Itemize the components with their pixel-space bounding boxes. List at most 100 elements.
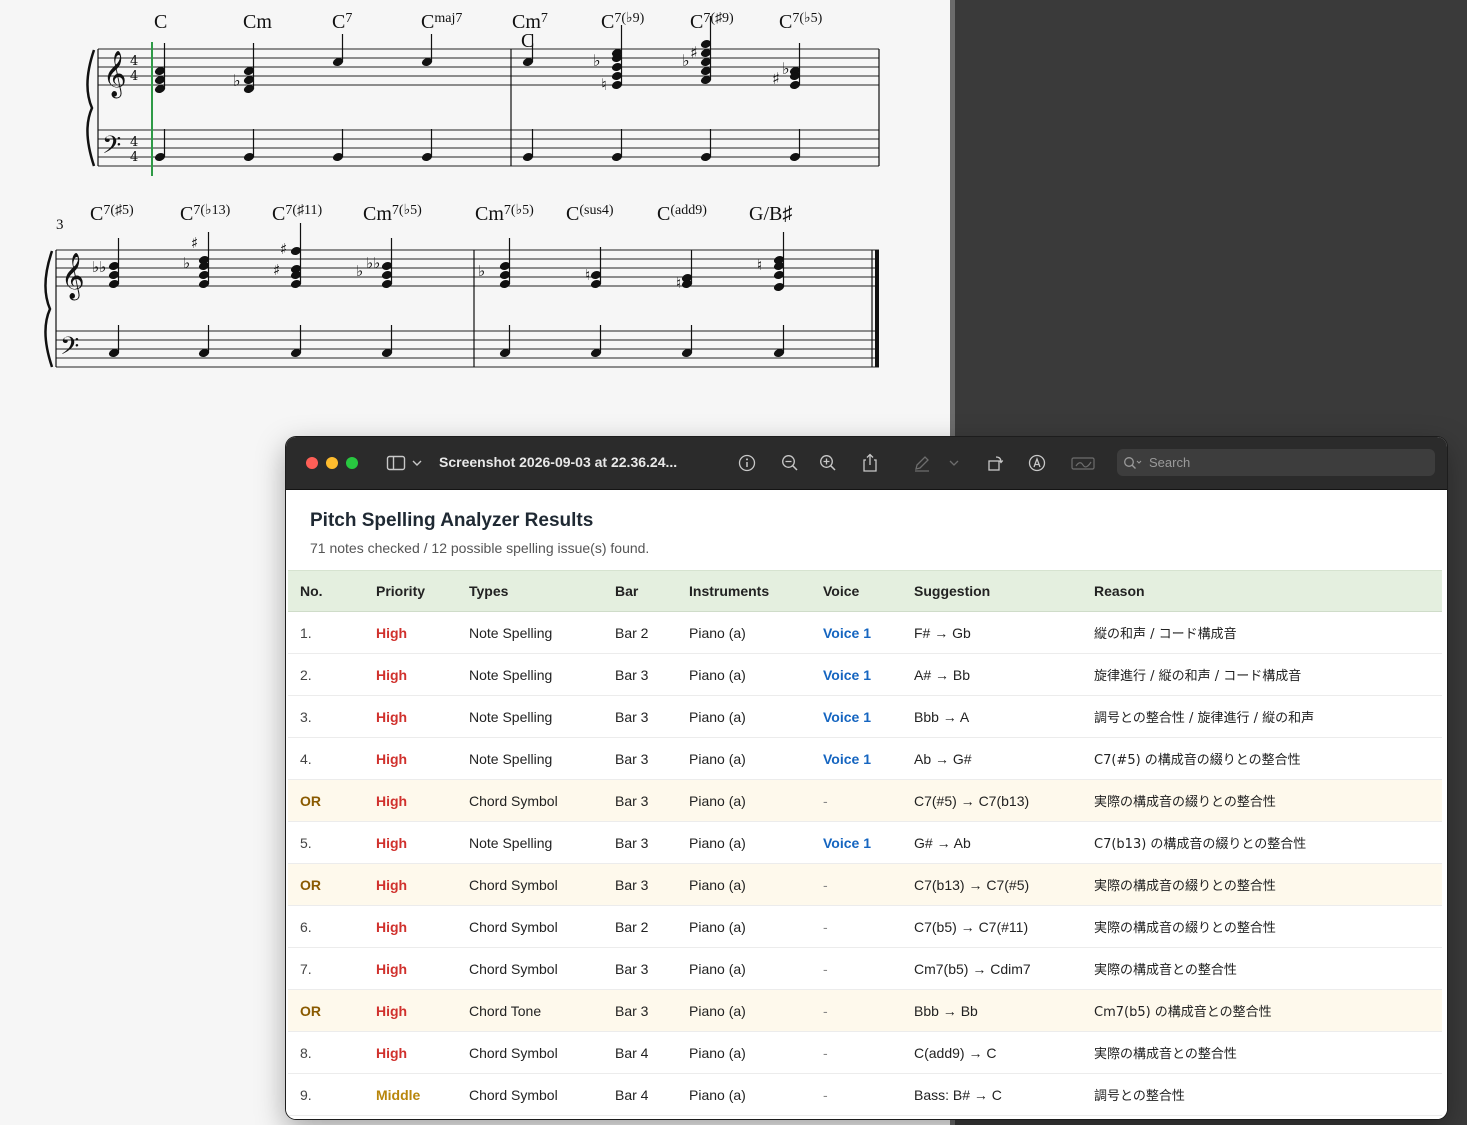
- chord-symbol: C7(♭9): [601, 11, 645, 33]
- voice-cell: -: [823, 960, 828, 977]
- table-cell: Piano (a): [677, 779, 811, 822]
- table-cell: Bar 2: [603, 905, 677, 948]
- table-row[interactable]: 7. High Chord Symbol Bar 3 Piano (a) - Cm7(b5)…: [288, 947, 1442, 990]
- chord-symbol: C7(♯9): [690, 11, 734, 33]
- grand-staff-brace: [86, 49, 96, 167]
- voice-link[interactable]: Voice 1: [823, 625, 871, 641]
- preview-window: Screenshot 2026-09-03 at 22.36.24... Sea…: [286, 437, 1447, 1119]
- table-cell: Ab → G#: [902, 737, 1082, 780]
- table-cell: Chord Symbol: [457, 1073, 603, 1116]
- table-row[interactable]: 2. High Note Spelling Bar 3 Piano (a) Voice 1…: [288, 653, 1442, 696]
- table-cell: C7(b13) の構成音の綴りとの整合性: [1082, 821, 1442, 864]
- bar-cell: Bar 3: [615, 1002, 649, 1019]
- table-row[interactable]: 9. Middle Chord Symbol Bar 4 Piano (a) - Bass:…: [288, 1073, 1442, 1116]
- table-cell: A# → Bb: [902, 653, 1082, 696]
- sharp-accidental: ♯: [273, 261, 280, 279]
- suggestion-cell: C(add9) → C: [914, 1044, 997, 1061]
- minimize-window-button[interactable]: [326, 457, 338, 469]
- table-cell: Bbb → Bb: [902, 989, 1082, 1032]
- bar-cell: Bar 3: [615, 960, 649, 977]
- type-cell: Chord Symbol: [469, 876, 558, 893]
- table-cell: 実際の構成音の綴りとの整合性: [1082, 905, 1442, 948]
- chord-symbol: C(sus4): [566, 203, 614, 225]
- suggestion-cell: A# → Bb: [914, 666, 971, 683]
- table-cell: OR: [288, 863, 364, 906]
- voice-link[interactable]: Voice 1: [823, 751, 871, 767]
- flat-accidental: ♭: [478, 262, 485, 280]
- table-cell: C7(#5) → C7(b13): [902, 779, 1082, 822]
- instrument-cell: Piano (a): [689, 666, 746, 683]
- chevron-down-icon[interactable]: [410, 453, 424, 473]
- table-row-alternative[interactable]: OR High Chord Tone Bar 3 Piano (a) - Bbb → Bb C…: [288, 989, 1442, 1032]
- chord-symbol: C: [154, 11, 167, 33]
- reason-cell: 実際の構成音との整合性: [1094, 1047, 1237, 1062]
- time-signature: 4: [130, 135, 138, 150]
- table-row-alternative[interactable]: OR High Chord Symbol Bar 3 Piano (a) - C7(b13)…: [288, 863, 1442, 906]
- sharp-accidental: ♯: [772, 69, 780, 88]
- natural-accidental: ♮: [601, 75, 607, 94]
- zoom-out-icon[interactable]: [780, 453, 800, 473]
- reason-cell: 縦の和声 / コード構成音: [1094, 627, 1237, 642]
- bar-cell: Bar 3: [615, 708, 649, 725]
- instrument-cell: Piano (a): [689, 876, 746, 893]
- table-row[interactable]: 1. High Note Spelling Bar 2 Piano (a) Voice 1…: [288, 611, 1442, 654]
- table-row[interactable]: 5. High Note Spelling Bar 3 Piano (a) Voice 1…: [288, 821, 1442, 864]
- table-cell: -: [811, 863, 902, 906]
- table-row[interactable]: 6. High Chord Symbol Bar 2 Piano (a) - C7(b5) …: [288, 905, 1442, 948]
- table-cell: High: [364, 1031, 457, 1074]
- page-title: Pitch Spelling Analyzer Results: [310, 510, 594, 531]
- suggestion-cell: Bass: B# → C: [914, 1086, 1002, 1103]
- table-cell: Voice 1: [811, 737, 902, 780]
- voice-cell: -: [823, 876, 828, 893]
- table-cell: 8.: [288, 1031, 364, 1074]
- voice-link[interactable]: Voice 1: [823, 835, 871, 851]
- table-cell: Bar 3: [603, 989, 677, 1032]
- table-row[interactable]: 8. High Chord Symbol Bar 4 Piano (a) - C(add9)…: [288, 1031, 1442, 1074]
- table-cell: 9.: [288, 1073, 364, 1116]
- markup-toolbar-icon[interactable]: [1027, 453, 1047, 473]
- row-number: 1.: [300, 624, 312, 641]
- sidebar-toggle-icon[interactable]: [386, 453, 406, 473]
- chord-symbol: Cmaj7: [421, 11, 462, 33]
- type-cell: Note Spelling: [469, 834, 553, 851]
- zoom-window-button[interactable]: [346, 457, 358, 469]
- chord-symbol: C7(♯11): [272, 203, 322, 225]
- share-icon[interactable]: [860, 453, 880, 473]
- row-number: 5.: [300, 834, 312, 851]
- table-cell: High: [364, 653, 457, 696]
- voice-link[interactable]: Voice 1: [823, 667, 871, 683]
- reason-cell: Cm7(b5) の構成音との整合性: [1094, 1005, 1272, 1020]
- table-row[interactable]: 4. High Note Spelling Bar 3 Piano (a) Voice 1…: [288, 737, 1442, 780]
- close-window-button[interactable]: [306, 457, 318, 469]
- type-cell: Note Spelling: [469, 666, 553, 683]
- window-title: Screenshot 2026-09-03 at 22.36.24...: [439, 454, 678, 470]
- table-row-alternative[interactable]: OR High Chord Symbol Bar 3 Piano (a) - C7(#5) …: [288, 779, 1442, 822]
- zoom-in-icon[interactable]: [818, 453, 838, 473]
- table-cell: Voice 1: [811, 653, 902, 696]
- rotate-icon[interactable]: [986, 453, 1006, 473]
- table-cell: 実際の構成音の綴りとの整合性: [1082, 779, 1442, 822]
- search-input[interactable]: [1147, 454, 1431, 471]
- voice-link[interactable]: Voice 1: [823, 709, 871, 725]
- priority-label: High: [376, 792, 408, 809]
- type-cell: Note Spelling: [469, 708, 553, 725]
- flat-accidental: ♭: [782, 59, 790, 78]
- table-row[interactable]: 3. High Note Spelling Bar 3 Piano (a) Voice 1…: [288, 695, 1442, 738]
- results-body: 1. High Note Spelling Bar 2 Piano (a) Voice 1…: [288, 611, 1442, 1116]
- score-notation: 𝄞𝄢4444♭♭♮♭ ♯♯♭C Cm C7 Cmaj7 Cm7 C7(♭9) C7(♯9) C7…: [44, 11, 880, 368]
- table-cell: High: [364, 905, 457, 948]
- table-cell: Bar 3: [603, 695, 677, 738]
- table-cell: 実際の構成音との整合性: [1082, 1031, 1442, 1074]
- info-icon[interactable]: [737, 453, 757, 473]
- natural-accidental: ♮: [585, 266, 590, 284]
- voice-cell: -: [823, 1002, 828, 1019]
- table-cell: Cm7(b5) → Cdim7: [902, 947, 1082, 990]
- bar-cell: Bar 3: [615, 834, 649, 851]
- reason-cell: 調号との整合性 / 旋律進行 / 縦の和声: [1094, 711, 1315, 726]
- instrument-cell: Piano (a): [689, 750, 746, 767]
- search-field[interactable]: [1117, 449, 1435, 476]
- bar-cell: Bar 3: [615, 792, 649, 809]
- voice-cell: -: [823, 1044, 828, 1061]
- instrument-cell: Piano (a): [689, 918, 746, 935]
- voice-cell: -: [823, 918, 828, 935]
